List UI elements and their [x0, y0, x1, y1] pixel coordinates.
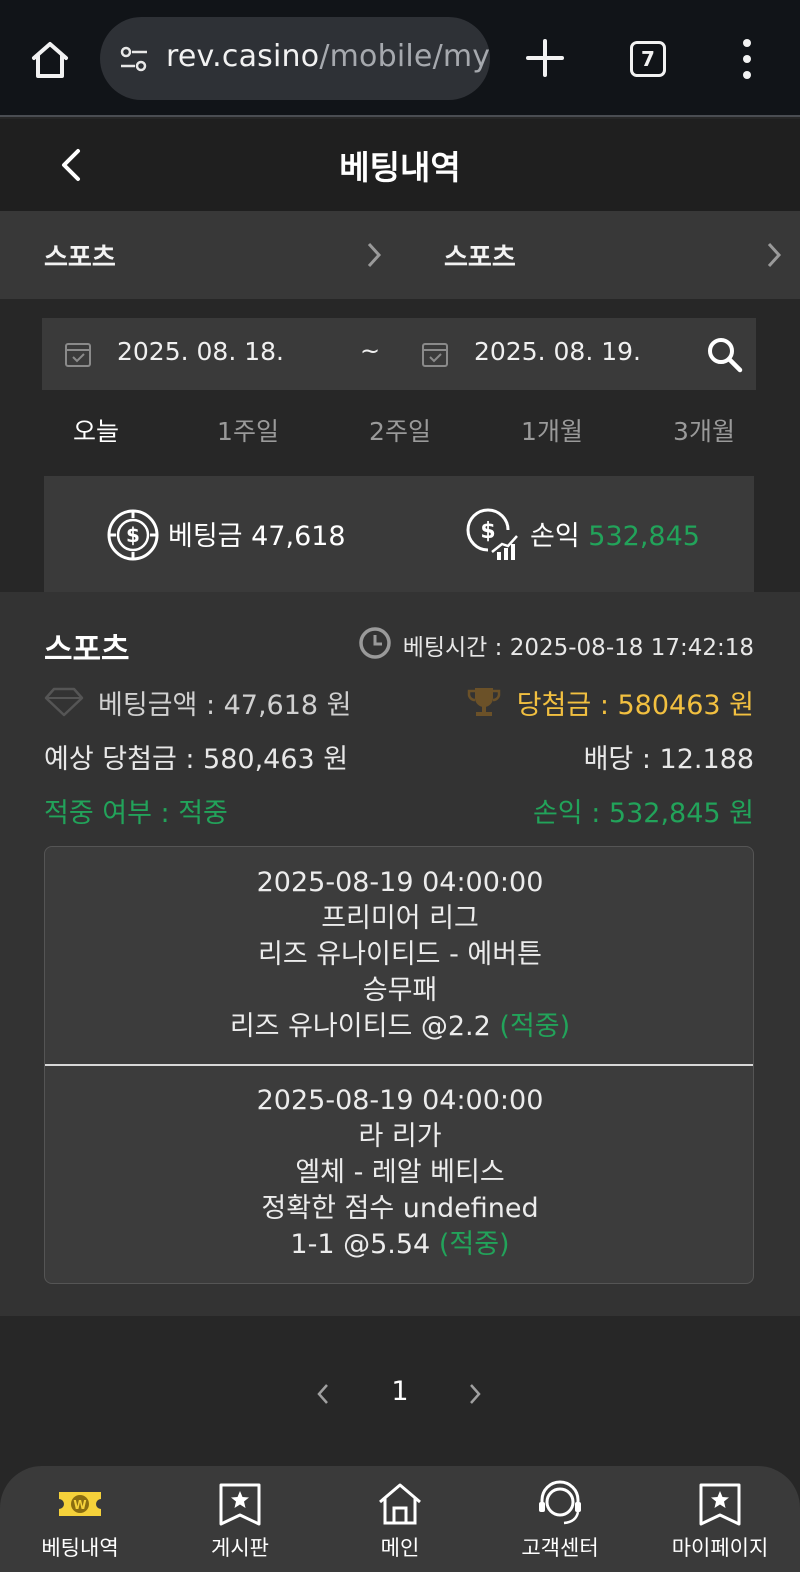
page-title: 베팅내역: [339, 148, 461, 187]
period-tab-today[interactable]: 오늘: [20, 404, 172, 460]
chevron-right-icon: [367, 242, 382, 268]
category-select-right-label: 스포츠: [444, 243, 516, 273]
bet-amount: 베팅금액 : 47,618 원: [98, 690, 352, 721]
nav-label: 게시판: [211, 1536, 269, 1560]
nav-item-main[interactable]: 메인: [320, 1466, 480, 1572]
pick-selection-line: 1-1 @5.54 (적중): [45, 1227, 753, 1263]
category-select-left[interactable]: 스포츠: [0, 211, 400, 299]
page-number-current[interactable]: 1: [388, 1376, 412, 1407]
bookmark-star-icon: [699, 1483, 741, 1526]
svg-text:$: $: [480, 519, 495, 544]
chevron-right-icon[interactable]: [466, 1382, 484, 1406]
home-icon: [379, 1483, 421, 1525]
home-icon[interactable]: [26, 36, 74, 84]
pick-selection-line: 리즈 유나이티드 @2.2 (적중): [45, 1009, 753, 1045]
nav-label: 베팅내역: [41, 1536, 119, 1560]
pick-market: 승무패: [362, 975, 438, 1006]
pick-result: (적중): [438, 1229, 510, 1260]
date-separator: ~: [360, 337, 381, 365]
total-odds: 배당 : 12.188: [583, 744, 754, 775]
pick-selection: 리즈 유나이티드 @2.2: [229, 1011, 491, 1042]
pick-selection: 1-1 @5.54: [290, 1229, 431, 1260]
clock-icon: [359, 627, 391, 659]
bottom-nav: W 베팅내역 게시판 메인 고객센터 마이페이지: [0, 1466, 800, 1572]
bet-time: 베팅시간 : 2025-08-18 17:42:18: [402, 635, 754, 661]
more-menu-icon[interactable]: [740, 38, 754, 80]
period-tab-3months[interactable]: 3개월: [628, 404, 780, 460]
svg-text:$: $: [126, 523, 140, 547]
period-tabs: 오늘 1주일 2주일 1개월 3개월: [20, 404, 780, 460]
svg-text:W: W: [73, 1498, 86, 1512]
bookmark-star-icon: [219, 1483, 261, 1526]
bet-total-label: 베팅금: [168, 521, 243, 552]
calendar-icon[interactable]: [421, 340, 449, 368]
end-date-field[interactable]: 2025. 08. 19.: [474, 337, 641, 366]
period-tab-1week[interactable]: 1주일: [172, 404, 324, 460]
search-icon[interactable]: [706, 336, 744, 374]
nav-item-board[interactable]: 게시판: [160, 1466, 320, 1572]
bet-pick-item: 2025-08-19 04:00:00 프리미어 리그 리즈 유나이티드 - 에…: [45, 865, 753, 1045]
category-select-right[interactable]: 스포츠: [400, 211, 800, 299]
pick-divider: [45, 1064, 753, 1066]
address-bar[interactable]: rev.casino/mobile/my: [100, 17, 490, 100]
start-date-field[interactable]: 2025. 08. 18.: [117, 337, 284, 366]
calendar-icon[interactable]: [64, 340, 92, 368]
nav-label: 고객센터: [521, 1536, 599, 1560]
trophy-icon: [467, 688, 501, 716]
expected-winnings: 예상 당첨금 : 580,463 원: [44, 744, 349, 775]
dollar-growth-icon: $: [466, 508, 518, 560]
bet-total: 베팅금 47,618: [168, 514, 346, 553]
new-tab-icon[interactable]: [524, 37, 566, 79]
nav-item-support[interactable]: 고객센터: [480, 1466, 640, 1572]
url-host: rev.casino: [166, 39, 320, 74]
chevron-left-icon[interactable]: [314, 1382, 332, 1406]
bet-pick-item: 2025-08-19 04:00:00 라 리가 엘체 - 레알 베티스 정확한…: [45, 1083, 753, 1263]
bet-record-card: 스포츠 베팅시간 : 2025-08-18 17:42:18 베팅금액 : 47…: [0, 592, 800, 1316]
profit-total-label: 손익: [530, 521, 580, 552]
period-tab-2weeks[interactable]: 2주일: [324, 404, 476, 460]
nav-label: 메인: [380, 1536, 420, 1560]
diamond-icon: [44, 687, 84, 717]
chevron-right-icon: [767, 242, 782, 268]
browser-toolbar: rev.casino/mobile/my 7: [0, 0, 800, 117]
hit-status: 적중 여부 : 적중: [44, 798, 228, 829]
pick-league: 라 리가: [358, 1121, 442, 1152]
pick-market: 정확한 점수 undefined: [261, 1193, 539, 1224]
pick-match: 리즈 유나이티드 - 에버튼: [258, 939, 542, 970]
pagination: 1: [0, 1362, 800, 1426]
profit-total: 손익 532,845: [530, 514, 700, 553]
dollar-coin-icon: $: [107, 509, 159, 561]
url-path: /mobile/my: [319, 39, 490, 74]
date-range-picker: 2025. 08. 18. ~ 2025. 08. 19.: [42, 318, 756, 390]
headset-icon: [539, 1480, 581, 1525]
pick-league: 프리미어 리그: [321, 903, 479, 934]
ticket-icon: W: [59, 1492, 101, 1516]
winnings: 당첨금 : 580463 원: [516, 690, 754, 721]
url-text: rev.casino/mobile/my: [166, 39, 490, 74]
nav-item-bet-history[interactable]: W 베팅내역: [0, 1466, 160, 1572]
summary-panel: $ 베팅금 47,618 $ 손익 532,845: [44, 476, 754, 592]
profit-total-value: 532,845: [588, 521, 700, 552]
bet-total-value: 47,618: [251, 521, 346, 552]
pick-result: (적중): [499, 1011, 571, 1042]
bet-picks-list: 2025-08-19 04:00:00 프리미어 리그 리즈 유나이티드 - 에…: [44, 846, 754, 1284]
nav-label: 마이페이지: [671, 1536, 769, 1560]
tab-switcher-button[interactable]: 7: [630, 41, 666, 77]
page-header: 베팅내역: [0, 119, 800, 211]
pick-datetime: 2025-08-19 04:00:00: [256, 867, 544, 898]
category-select-left-label: 스포츠: [44, 243, 116, 273]
bet-kind: 스포츠: [44, 632, 130, 668]
category-filter-bar: 스포츠 스포츠: [0, 211, 800, 299]
nav-item-mypage[interactable]: 마이페이지: [640, 1466, 800, 1572]
site-settings-icon[interactable]: [118, 43, 150, 75]
pick-datetime: 2025-08-19 04:00:00: [256, 1085, 544, 1116]
bet-profit: 손익 : 532,845 원: [532, 798, 754, 829]
pick-match: 엘체 - 레알 베티스: [295, 1157, 505, 1188]
period-tab-1month[interactable]: 1개월: [476, 404, 628, 460]
